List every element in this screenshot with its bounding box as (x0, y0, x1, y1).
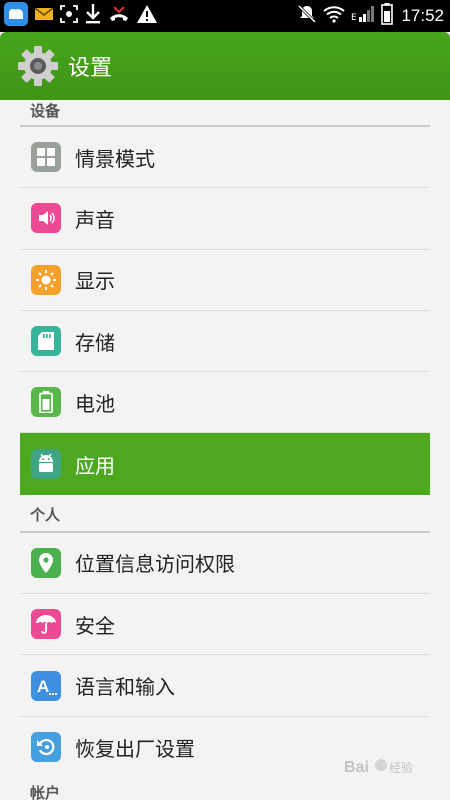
svg-text:A: A (37, 677, 49, 696)
settings-item-label: 存储 (75, 330, 115, 355)
settings-item-sound[interactable]: 声音 (20, 188, 430, 250)
factory-reset-icon (31, 732, 61, 763)
display-icon (31, 264, 61, 295)
android-app-icon (31, 449, 61, 480)
weather-app-icon (4, 2, 28, 30)
svg-text:Bai: Bai (344, 759, 369, 776)
settings-item-storage[interactable]: 存储 (20, 311, 430, 373)
settings-item-scene-mode[interactable]: 情景模式 (20, 127, 430, 189)
settings-item-label: 电池 (75, 391, 115, 416)
baidu-watermark: Bai 经验 (344, 752, 426, 782)
page-title: 设置 (68, 56, 113, 81)
section-header-device: 设备 (20, 100, 430, 127)
screenshot-icon (60, 5, 78, 27)
settings-list[interactable]: 设备 情景模式 声音 显示 存储 电池 应用 个人 位置信息访问权限 安全 A … (0, 100, 450, 800)
svg-text:经验: 经验 (389, 760, 413, 775)
mute-icon (297, 4, 317, 28)
settings-item-battery[interactable]: 电池 (20, 372, 430, 434)
wifi-icon (323, 5, 346, 27)
location-icon (31, 547, 61, 578)
language-icon: A (31, 670, 61, 701)
settings-item-label: 安全 (75, 613, 115, 638)
clock: 17:52 (401, 6, 444, 25)
settings-item-label: 应用 (75, 453, 115, 478)
storage-icon (31, 326, 61, 357)
warning-icon (136, 4, 158, 28)
settings-item-language-input[interactable]: A 语言和输入 (20, 655, 430, 717)
svg-text:E: E (351, 13, 357, 23)
status-bar: E 17:52 (0, 0, 450, 32)
settings-item-display[interactable]: 显示 (20, 250, 430, 311)
battery-icon (381, 3, 394, 29)
scene-mode-icon (31, 142, 61, 173)
sound-icon (31, 203, 61, 234)
security-icon (31, 609, 61, 640)
settings-gear-icon (16, 44, 60, 88)
missed-call-icon (108, 4, 130, 28)
download-icon (84, 3, 102, 29)
settings-item-location[interactable]: 位置信息访问权限 (20, 533, 430, 595)
battery-setting-icon (31, 387, 61, 418)
settings-item-label: 位置信息访问权限 (75, 552, 235, 577)
section-header-personal: 个人 (20, 495, 430, 533)
settings-item-label: 恢复出厂设置 (75, 736, 195, 761)
settings-item-label: 显示 (75, 269, 115, 294)
settings-item-apps[interactable]: 应用 (20, 433, 430, 495)
settings-item-security[interactable]: 安全 (20, 594, 430, 656)
settings-item-label: 情景模式 (75, 146, 155, 171)
settings-item-label: 声音 (75, 207, 115, 232)
signal-icon: E (351, 5, 375, 27)
mail-icon (34, 6, 54, 26)
action-bar: 设置 (0, 32, 450, 100)
settings-item-label: 语言和输入 (75, 675, 175, 700)
